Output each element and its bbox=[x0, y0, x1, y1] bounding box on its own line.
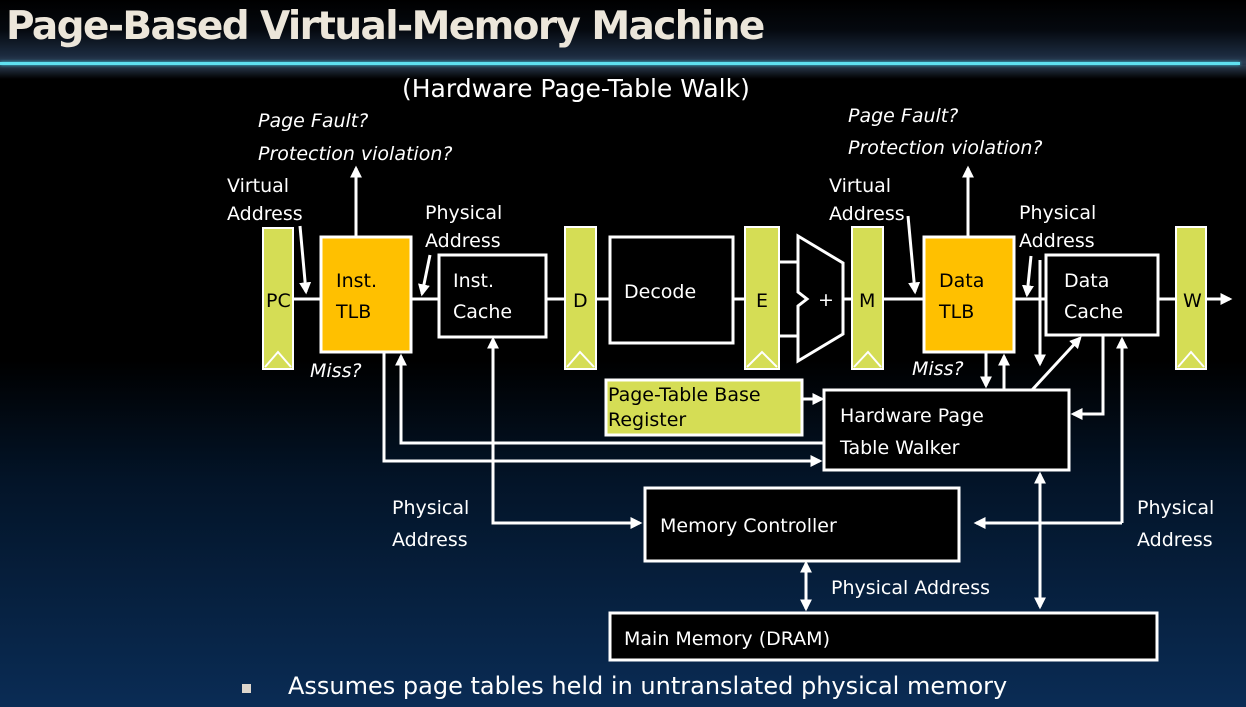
hardware-page-table-walker: Hardware Page Table Walker bbox=[822, 388, 1071, 472]
inst-page-fault-label: Page Fault? bbox=[258, 110, 368, 132]
pc-register: PC bbox=[262, 227, 294, 370]
dram-physical-address-label: Physical Address bbox=[831, 577, 990, 599]
m-label: M bbox=[859, 290, 875, 312]
left-physical-label: Physical bbox=[392, 497, 469, 519]
inst-miss-label: Miss? bbox=[310, 360, 362, 382]
main-memory-label: Main Memory (DRAM) bbox=[624, 628, 830, 650]
left-physical-address-label: Address bbox=[392, 529, 468, 551]
decode-label: Decode bbox=[624, 281, 696, 303]
memory-controller: Memory Controller bbox=[643, 486, 961, 563]
inst-physical-address-label: Address bbox=[425, 230, 501, 252]
e-label: E bbox=[756, 290, 768, 312]
pipeline-diagram: (Hardware Page-Table Walk) PC Inst. TLB … bbox=[227, 74, 1233, 662]
data-tlb-label-1: Data bbox=[939, 270, 984, 292]
data-cache-label-2: Cache bbox=[1064, 301, 1123, 323]
inst-protection-label: Protection violation? bbox=[258, 143, 452, 165]
inst-cache-label-1: Inst. bbox=[453, 270, 494, 292]
data-virtual-address-label: Address bbox=[829, 203, 905, 225]
data-miss-label: Miss? bbox=[912, 358, 964, 380]
inst-virtual-label: Virtual bbox=[227, 175, 289, 197]
d-register: D bbox=[564, 226, 597, 370]
memory-controller-label: Memory Controller bbox=[660, 515, 837, 537]
data-tlb: Data TLB bbox=[922, 235, 1016, 354]
inst-pa-pointer bbox=[418, 254, 432, 297]
data-va-pointer bbox=[906, 215, 921, 295]
inst-physical-label: Physical bbox=[425, 202, 502, 224]
slide-subtitle: (Hardware Page-Table Walk) bbox=[402, 74, 750, 103]
walker-label-1: Hardware Page bbox=[840, 405, 984, 427]
ptbr-label-1: Page-Table Base bbox=[608, 384, 761, 406]
alu-adder: + bbox=[796, 233, 845, 364]
inst-virtual-address-label: Address bbox=[227, 203, 303, 225]
w-register: W bbox=[1175, 226, 1207, 370]
alu-label: + bbox=[818, 289, 834, 311]
w-label: W bbox=[1183, 290, 1202, 312]
page-table-base-register: Page-Table Base Register bbox=[604, 378, 804, 437]
data-tlb-label-2: TLB bbox=[938, 301, 974, 323]
right-physical-label: Physical bbox=[1137, 497, 1214, 519]
e-register: E bbox=[744, 226, 780, 370]
m-register: M bbox=[851, 226, 884, 370]
inst-tlb-label-1: Inst. bbox=[336, 270, 377, 292]
decode-block: Decode bbox=[608, 235, 735, 345]
data-cache: Data Cache bbox=[1044, 253, 1160, 337]
bullet-text: Assumes page tables held in untranslated… bbox=[288, 672, 1008, 700]
ptbr-label-2: Register bbox=[608, 409, 686, 431]
bullet-icon bbox=[242, 684, 251, 693]
inst-tlb-label-2: TLB bbox=[335, 301, 371, 323]
data-cache-label-1: Data bbox=[1064, 270, 1109, 292]
right-physical-address-label: Address bbox=[1137, 529, 1213, 551]
data-page-fault-label: Page Fault? bbox=[848, 105, 958, 127]
main-memory: Main Memory (DRAM) bbox=[608, 611, 1159, 662]
inst-va-pointer bbox=[298, 225, 312, 295]
data-virtual-label: Virtual bbox=[829, 175, 891, 197]
pc-label: PC bbox=[266, 290, 291, 312]
data-physical-address-label: Address bbox=[1019, 230, 1095, 252]
inst-tlb: Inst. TLB bbox=[319, 235, 413, 354]
data-pa-pointer bbox=[1022, 255, 1034, 298]
inst-cache-label-2: Cache bbox=[453, 301, 512, 323]
inst-cache: Inst. Cache bbox=[437, 253, 548, 339]
data-physical-label: Physical bbox=[1019, 202, 1096, 224]
data-protection-label: Protection violation? bbox=[848, 137, 1042, 159]
walker-label-2: Table Walker bbox=[839, 437, 960, 459]
d-label: D bbox=[573, 290, 588, 312]
